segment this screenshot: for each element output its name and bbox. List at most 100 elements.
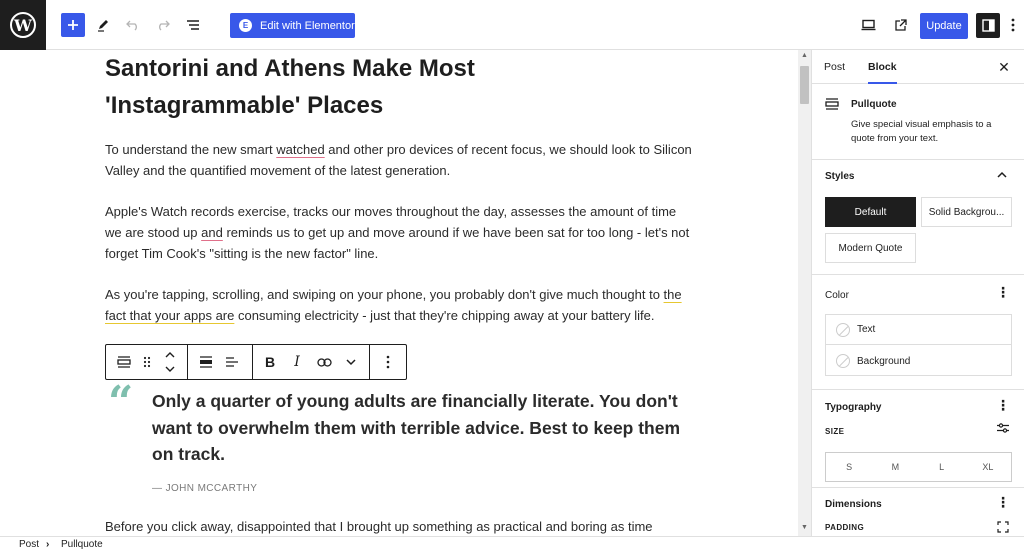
more-rich-text-button[interactable] bbox=[339, 350, 363, 374]
block-card: Pullquote Give special visual emphasis t… bbox=[812, 84, 1024, 160]
tools-button[interactable] bbox=[91, 13, 115, 37]
breadcrumb-post[interactable]: Post bbox=[19, 539, 39, 550]
dimensions-panel: Dimensions ⋮ PADDING bbox=[812, 488, 1024, 536]
unlink-sides-icon[interactable] bbox=[997, 521, 1009, 533]
chevron-up-down-icon bbox=[165, 352, 175, 372]
size-label: SIZE bbox=[825, 427, 845, 436]
pullquote-icon bbox=[825, 98, 839, 110]
undo-icon bbox=[126, 20, 137, 31]
align-full-icon bbox=[200, 356, 212, 368]
toolbar-divider bbox=[187, 345, 188, 379]
style-solid-background-button[interactable]: Solid Backgrou... bbox=[921, 197, 1012, 227]
more-vertical-icon bbox=[386, 355, 390, 369]
custom-size-settings-icon[interactable] bbox=[997, 423, 1009, 433]
external-link-icon bbox=[894, 18, 907, 31]
style-default-button[interactable]: Default bbox=[825, 197, 916, 227]
scroll-down-arrow-icon[interactable]: ▼ bbox=[800, 524, 809, 532]
block-options-button[interactable] bbox=[376, 350, 400, 374]
block-card-description: Give special visual emphasis to a quote … bbox=[851, 119, 992, 144]
spelling-error-text[interactable]: and bbox=[201, 225, 223, 240]
more-vertical-icon[interactable]: ⋮ bbox=[996, 495, 1010, 509]
pullquote-text[interactable]: Only a quarter of young adults are finan… bbox=[152, 388, 702, 468]
post-title[interactable]: Santorini and Athens Make Most 'Instagra… bbox=[105, 50, 585, 124]
wordpress-logo[interactable]: W bbox=[0, 0, 46, 50]
editor-header: W E Edit with Elementor Update bbox=[0, 0, 1024, 50]
background-color-label: Background bbox=[857, 355, 911, 367]
editor-canvas[interactable]: Santorini and Athens Make Most 'Instagra… bbox=[0, 50, 811, 536]
elementor-icon: E bbox=[239, 19, 252, 32]
drag-handle[interactable] bbox=[135, 350, 159, 374]
add-block-button[interactable] bbox=[61, 13, 85, 37]
more-vertical-icon[interactable]: ⋮ bbox=[996, 398, 1010, 412]
scroll-up-arrow-icon[interactable]: ▲ bbox=[800, 52, 809, 60]
pullquote-icon bbox=[117, 356, 131, 368]
drag-handle-icon bbox=[143, 356, 151, 368]
empty-swatch-icon bbox=[836, 354, 850, 368]
redo-button[interactable] bbox=[151, 13, 175, 37]
editor-scrollbar[interactable]: ▲ ▼ bbox=[798, 50, 811, 536]
bold-button[interactable]: B bbox=[258, 350, 282, 374]
align-wide-button[interactable] bbox=[194, 350, 218, 374]
pullquote-citation[interactable]: — JOHN MCCARTHY bbox=[152, 483, 257, 494]
breadcrumb-pullquote[interactable]: Pullquote bbox=[61, 539, 103, 550]
document-overview-button[interactable] bbox=[181, 13, 205, 37]
breadcrumb-separator: › bbox=[46, 539, 50, 550]
styles-panel: Styles Default Solid Backgrou... Modern … bbox=[812, 160, 1024, 275]
list-view-icon bbox=[187, 20, 199, 30]
paragraph-block[interactable]: Before you click away, disappointed that… bbox=[105, 516, 695, 536]
plus-icon bbox=[68, 20, 78, 30]
block-card-title: Pullquote bbox=[851, 99, 897, 110]
sidebar-toggle-icon bbox=[981, 19, 995, 32]
block-editor-app: W E Edit with Elementor Update Santorini… bbox=[0, 0, 1024, 553]
size-option-s[interactable]: S bbox=[826, 453, 872, 481]
color-heading: Color bbox=[825, 290, 849, 301]
paragraph-text: consuming electricity - just that they'r… bbox=[234, 308, 655, 323]
more-vertical-icon[interactable]: ⋮ bbox=[996, 285, 1010, 299]
wordpress-icon: W bbox=[10, 12, 36, 38]
settings-sidebar: Post Block ✕ Pullquote Give special visu… bbox=[811, 50, 1024, 536]
text-color-option[interactable]: Text bbox=[826, 315, 1011, 345]
text-align-button[interactable] bbox=[220, 350, 244, 374]
paragraph-text: As you're tapping, scrolling, and swipin… bbox=[105, 287, 664, 302]
color-panel: Color ⋮ Text Background bbox=[812, 275, 1024, 390]
redo-icon bbox=[159, 20, 170, 31]
close-icon[interactable]: ✕ bbox=[996, 59, 1012, 75]
update-button[interactable]: Update bbox=[920, 13, 968, 39]
block-breadcrumb: Post › Pullquote bbox=[0, 536, 1024, 553]
settings-toggle-button[interactable] bbox=[976, 13, 1000, 38]
chevron-up-icon[interactable] bbox=[997, 171, 1007, 178]
tab-block[interactable]: Block bbox=[868, 50, 897, 84]
color-options: Text Background bbox=[825, 314, 1012, 376]
styles-heading[interactable]: Styles bbox=[825, 171, 854, 182]
size-option-l[interactable]: L bbox=[919, 453, 965, 481]
typography-heading: Typography bbox=[825, 402, 882, 413]
view-post-button[interactable] bbox=[888, 13, 912, 37]
background-color-option[interactable]: Background bbox=[826, 346, 1011, 376]
spelling-error-text[interactable]: watched bbox=[276, 142, 324, 157]
move-up-down-control[interactable] bbox=[158, 347, 182, 377]
style-modern-quote-button[interactable]: Modern Quote bbox=[825, 233, 916, 263]
preview-button[interactable] bbox=[856, 13, 880, 37]
size-option-m[interactable]: M bbox=[872, 453, 918, 481]
size-option-xl[interactable]: XL bbox=[965, 453, 1011, 481]
quote-mark-icon: “ bbox=[108, 377, 134, 428]
chevron-down-icon bbox=[346, 358, 356, 365]
paragraph-block[interactable]: As you're tapping, scrolling, and swipin… bbox=[105, 284, 695, 326]
align-left-icon bbox=[226, 357, 238, 367]
options-button[interactable] bbox=[1006, 13, 1020, 37]
paragraph-text: To understand the new smart bbox=[105, 142, 277, 157]
font-size-picker: S M L XL bbox=[825, 452, 1012, 482]
toolbar-divider bbox=[369, 345, 370, 379]
undo-button[interactable] bbox=[121, 13, 145, 37]
link-button[interactable] bbox=[312, 350, 336, 374]
tab-post[interactable]: Post bbox=[824, 50, 845, 84]
paragraph-block[interactable]: Apple's Watch records exercise, tracks o… bbox=[105, 201, 695, 264]
italic-button[interactable]: I bbox=[285, 350, 309, 374]
empty-swatch-icon bbox=[836, 322, 850, 337]
paragraph-block[interactable]: To understand the new smart watched and … bbox=[105, 139, 695, 181]
edit-with-elementor-button[interactable]: E Edit with Elementor bbox=[230, 13, 355, 38]
toolbar-divider bbox=[252, 345, 253, 379]
scrollbar-thumb[interactable] bbox=[800, 66, 809, 104]
desktop-icon bbox=[861, 19, 875, 31]
block-type-button[interactable] bbox=[112, 350, 136, 374]
